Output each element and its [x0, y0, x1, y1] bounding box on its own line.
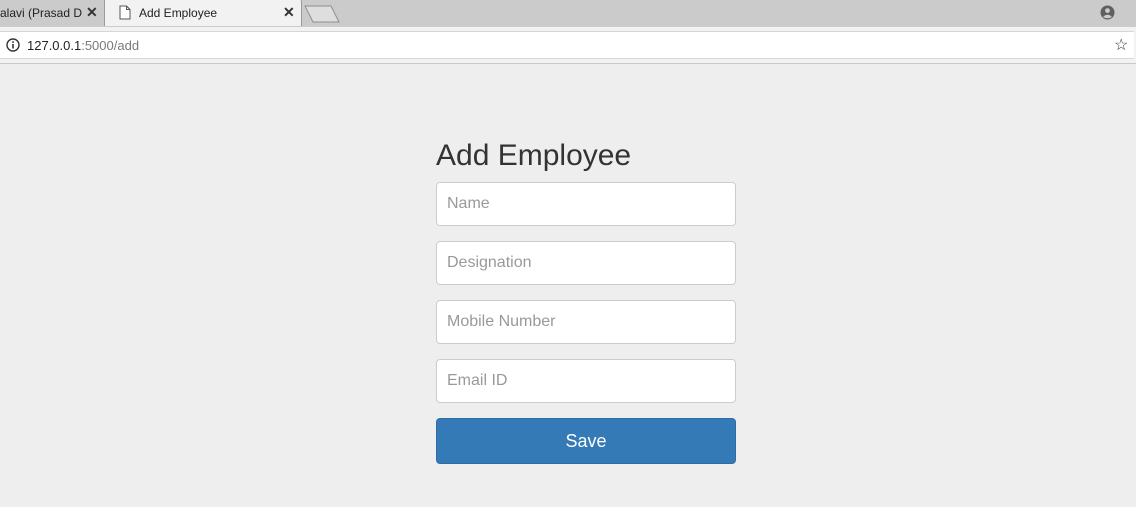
close-tab-icon[interactable]: ✕ [86, 4, 98, 20]
mobile-number-field[interactable] [436, 300, 736, 344]
add-employee-form: Add Employee Save [436, 138, 736, 464]
tab-add-employee[interactable]: Add Employee ✕ [104, 0, 302, 26]
tab-previous[interactable]: alavi (Prasad D ✕ [0, 0, 106, 26]
save-button[interactable]: Save [436, 418, 736, 464]
star-icon[interactable]: ☆ [1114, 35, 1128, 55]
page-icon [119, 5, 131, 23]
tab-label: alavi (Prasad D [0, 6, 82, 20]
email-id-field[interactable] [436, 359, 736, 403]
close-tab-icon[interactable]: ✕ [283, 4, 295, 20]
omnibox[interactable]: 127.0.0.1:5000/add ☆ [0, 31, 1134, 59]
name-field[interactable] [436, 182, 736, 226]
account-icon[interactable] [1100, 5, 1115, 25]
url-path: :5000/add [81, 38, 140, 53]
tab-label: Add Employee [139, 6, 218, 20]
new-tab-button[interactable] [304, 5, 340, 28]
url-host: 127.0.0.1 [27, 38, 82, 53]
address-bar: 127.0.0.1:5000/add ☆ [0, 27, 1136, 64]
url-text[interactable]: 127.0.0.1:5000/add [27, 38, 139, 53]
designation-field[interactable] [436, 241, 736, 285]
info-icon[interactable] [6, 38, 20, 57]
page-content: Add Employee Save [0, 64, 1136, 507]
tab-strip: alavi (Prasad D ✕ Add Employee ✕ [0, 0, 1136, 27]
page-title: Add Employee [436, 139, 632, 172]
